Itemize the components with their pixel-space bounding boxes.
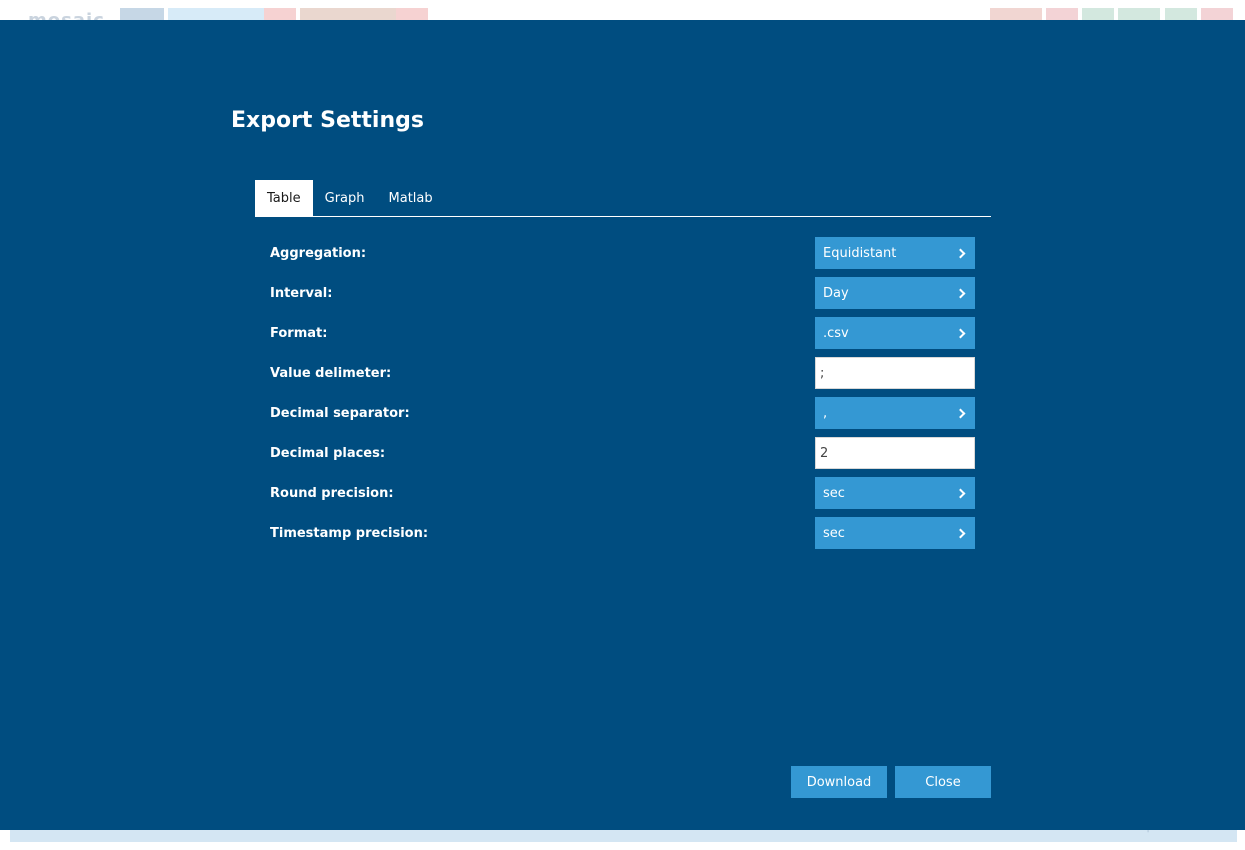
export-tabs: Table Graph Matlab [255, 180, 991, 217]
interval-value: Day [823, 285, 849, 301]
aggregation-value: Equidistant [823, 245, 897, 261]
modal-title: Export Settings [231, 108, 424, 133]
background-footer-bar [10, 828, 1237, 842]
tab-table[interactable]: Table [255, 180, 313, 216]
aggregation-label: Aggregation: [270, 245, 367, 261]
round-precision-value: sec [823, 485, 845, 501]
decimal-separator-select[interactable]: , [815, 397, 975, 429]
decimal-separator-row: Decimal separator: , [270, 393, 975, 433]
timestamp-precision-row: Timestamp precision: sec [270, 513, 975, 553]
decimal-places-input[interactable] [815, 437, 975, 469]
background-top-bar: mosaic [0, 0, 1245, 31]
aggregation-row: Aggregation: Equidistant [270, 233, 975, 273]
interval-select[interactable]: Day [815, 277, 975, 309]
value-delimiter-input[interactable] [815, 357, 975, 389]
interval-row: Interval: Day [270, 273, 975, 313]
close-button[interactable]: Close [895, 766, 991, 798]
round-precision-label: Round precision: [270, 485, 394, 501]
chevron-right-icon [955, 328, 966, 338]
chevron-right-icon [955, 488, 966, 498]
timestamp-precision-label: Timestamp precision: [270, 525, 429, 541]
decimal-places-row: Decimal places: [270, 433, 975, 473]
format-label: Format: [270, 325, 328, 341]
value-delimiter-label: Value delimeter: [270, 365, 392, 381]
interval-label: Interval: [270, 285, 333, 301]
tab-matlab[interactable]: Matlab [377, 180, 445, 216]
aggregation-select[interactable]: Equidistant [815, 237, 975, 269]
format-value: .csv [823, 325, 849, 341]
chevron-right-icon [955, 288, 966, 298]
settings-form: Aggregation: Equidistant Interval: Day F… [270, 233, 975, 553]
export-settings-modal: Export Settings Table Graph Matlab Aggre… [0, 20, 1245, 830]
round-precision-row: Round precision: sec [270, 473, 975, 513]
format-row: Format: .csv [270, 313, 975, 353]
decimal-places-label: Decimal places: [270, 445, 386, 461]
decimal-separator-label: Decimal separator: [270, 405, 410, 421]
chevron-right-icon [955, 528, 966, 538]
round-precision-select[interactable]: sec [815, 477, 975, 509]
decimal-separator-value: , [823, 405, 828, 421]
timestamp-precision-value: sec [823, 525, 845, 541]
chevron-right-icon [955, 408, 966, 418]
format-select[interactable]: .csv [815, 317, 975, 349]
download-button[interactable]: Download [791, 766, 887, 798]
timestamp-precision-select[interactable]: sec [815, 517, 975, 549]
value-delimiter-row: Value delimeter: [270, 353, 975, 393]
chevron-right-icon [955, 248, 966, 258]
tab-graph[interactable]: Graph [313, 180, 377, 216]
